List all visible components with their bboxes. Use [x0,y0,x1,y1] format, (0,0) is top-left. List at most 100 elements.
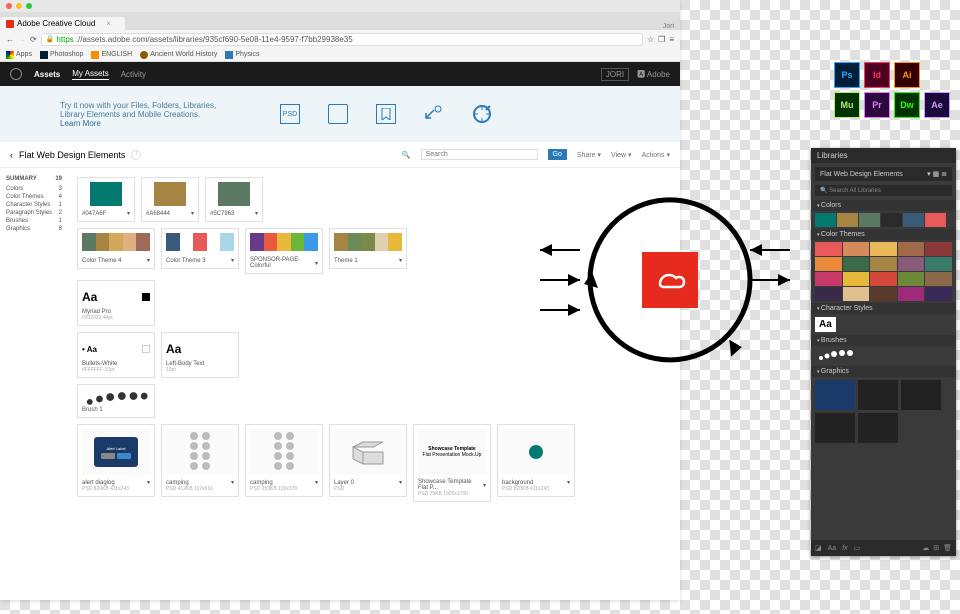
panel-theme-swatch[interactable] [843,287,870,301]
target-icon[interactable] [472,104,492,124]
panel-theme-swatch[interactable] [815,257,842,271]
actions-menu[interactable]: Actions ▾ [642,151,670,159]
panel-theme-swatch[interactable] [815,242,842,256]
ext-icon[interactable]: ❐ [658,35,665,44]
sec-graphics[interactable]: Graphics [811,366,956,377]
search-input[interactable] [421,149,538,160]
graphic-card[interactable]: Alert Labelalert diaglog▾PSD 820KB 411x2… [77,424,155,497]
go-button[interactable]: Go [548,149,567,160]
panel-theme-swatch[interactable] [898,257,925,271]
view-menu[interactable]: View ▾ [611,151,632,159]
close-btn[interactable] [6,3,12,9]
add-fx-icon[interactable]: fx [842,545,847,552]
browser-tab[interactable]: Adobe Creative Cloud × [0,17,125,30]
graphic-card[interactable]: background▾PSD 820KB 411x243 [497,424,575,497]
app-Mu[interactable]: Mu [834,92,860,118]
back-crumb-icon[interactable]: ‹ [10,150,13,160]
adobe-link[interactable]: 🅰 Adobe [637,69,670,80]
graphic-card[interactable]: camping▾PSD 253KB 103x370 [245,424,323,497]
reload-icon[interactable]: ⟳ [30,35,37,44]
panel-theme-swatch[interactable] [925,257,952,271]
panel-brush-prev[interactable] [815,348,952,364]
theme-card[interactable]: Color Theme 3▾ [161,228,239,269]
folder-icon[interactable] [328,104,348,124]
charstyle-card[interactable]: AaMyriad Pro#202022 44pt [77,280,155,326]
theme-card[interactable]: SPONSOR-PAGE-Colorful▾ [245,228,323,274]
info-icon[interactable]: i [131,150,141,160]
learn-more-link[interactable]: Learn More [60,119,101,128]
graphic-card[interactable]: Showcase TemplateFlat Presentation Mock.… [413,424,491,502]
color-card[interactable]: #5C7963▾ [205,177,263,222]
p-gfx-2[interactable] [858,380,898,410]
close-tab-icon[interactable]: × [106,19,111,28]
app-Id[interactable]: Id [864,62,890,88]
color-card[interactable]: #A68444▾ [141,177,199,222]
cloud-icon[interactable]: ☁ [922,544,929,552]
tool-icon[interactable] [424,104,444,124]
star-icon[interactable]: ☆ [647,35,654,44]
summary-row[interactable]: Color Themes4 [6,194,62,200]
app-Pr[interactable]: Pr [864,92,890,118]
app-Ai[interactable]: Ai [894,62,920,88]
panel-swatch[interactable] [925,213,946,227]
menu-icon[interactable]: ≡ [669,35,674,44]
p-gfx-1[interactable] [815,380,855,410]
panel-theme-swatch[interactable] [870,287,897,301]
panel-theme-swatch[interactable] [815,287,842,301]
profile-name[interactable]: Jori [663,23,674,30]
min-btn[interactable] [16,3,22,9]
add-swatch-icon[interactable]: ◪ [815,544,822,552]
bm-eng[interactable]: ENGLISH [91,51,132,59]
panel-swatch[interactable] [837,213,858,227]
panel-theme-swatch[interactable] [925,287,952,301]
theme-card[interactable]: Theme 1▾ [329,228,407,269]
panel-theme-swatch[interactable] [925,272,952,286]
panel-swatch[interactable] [859,213,880,227]
sec-brush[interactable]: Brushes [811,335,956,346]
panel-swatch[interactable] [881,213,902,227]
p-gfx-5[interactable] [858,413,898,443]
panel-theme-swatch[interactable] [843,257,870,271]
panel-theme-swatch[interactable] [870,257,897,271]
bm-hist[interactable]: Ancient World History [140,51,217,59]
bookmark-icon[interactable] [376,104,396,124]
panel-theme-swatch[interactable] [870,272,897,286]
panel-theme-swatch[interactable] [843,242,870,256]
add-layer-icon[interactable]: ▭ [854,544,861,552]
add-char-icon[interactable]: Aa [828,545,837,552]
p-gfx-4[interactable] [815,413,855,443]
app-Dw[interactable]: Dw [894,92,920,118]
nav-activity[interactable]: Activity [121,70,146,79]
sec-themes[interactable]: Color Themes [811,229,956,240]
panel-char-prev[interactable]: Aa [815,317,836,332]
charstyle-card[interactable]: AaLeft-Body Text10pt [161,332,239,378]
panel-theme-swatch[interactable] [925,242,952,256]
summary-row[interactable]: Graphics8 [6,226,62,232]
psd-icon[interactable]: PSD [280,104,300,124]
fwd-icon[interactable]: → [18,35,26,44]
sec-char[interactable]: Character Styles [811,303,956,314]
cc-logo-icon[interactable] [10,68,22,80]
brush-card[interactable]: Brush 1 [77,384,155,418]
nav-myassets[interactable]: My Assets [72,69,108,80]
p-gfx-3[interactable] [901,380,941,410]
summary-row[interactable]: Paragraph Styles2 [6,210,62,216]
back-icon[interactable]: ← [6,35,14,44]
app-Ps[interactable]: Ps [834,62,860,88]
panel-theme-swatch[interactable] [815,272,842,286]
panel-theme-swatch[interactable] [870,242,897,256]
panel-theme-swatch[interactable] [898,242,925,256]
apps-bm[interactable]: Apps [6,51,32,59]
bm-ps[interactable]: Photoshop [40,51,83,59]
panel-theme-swatch[interactable] [898,272,925,286]
library-select[interactable]: Flat Web Design Elements▾ ▦ ≣ [815,167,952,181]
max-btn[interactable] [26,3,32,9]
panel-title[interactable]: Libraries [811,148,956,163]
trash-icon[interactable]: 🗑 [943,544,952,552]
summary-row[interactable]: Character Styles1 [6,202,62,208]
user-badge[interactable]: JORI [601,68,629,81]
sec-colors[interactable]: Colors [811,200,956,211]
graphic-card[interactable]: camping▾PSD 412KB 112x616 [161,424,239,497]
panel-search[interactable]: 🔍 Search All Libraries [815,185,952,196]
panel-theme-swatch[interactable] [898,287,925,301]
